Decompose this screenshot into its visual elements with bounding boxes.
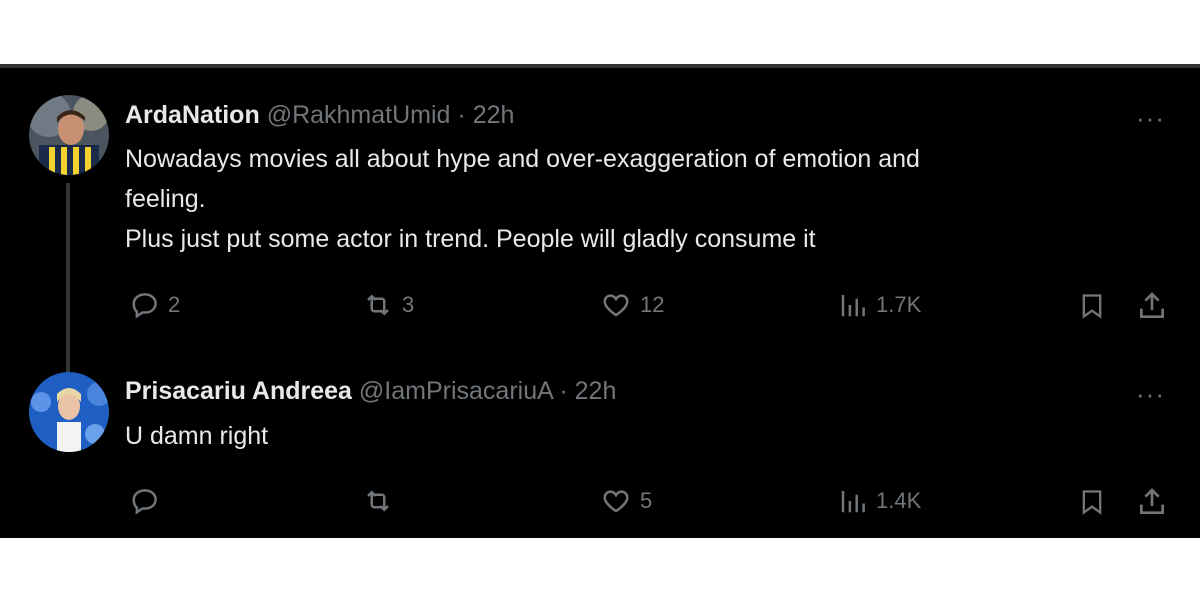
repost-button[interactable]: 3 — [362, 290, 414, 320]
share-icon — [1140, 292, 1164, 318]
reply-icon — [132, 293, 157, 319]
like-count: 12 — [640, 292, 665, 317]
reply-count: 2 — [168, 292, 181, 317]
bookmark-icon — [1082, 490, 1102, 515]
share-icon — [1140, 488, 1164, 514]
heart-icon — [603, 490, 629, 513]
reply-button[interactable]: 2 — [130, 290, 180, 320]
bookmark-button[interactable] — [1078, 290, 1106, 322]
like-button[interactable]: 5 — [600, 486, 652, 516]
author-name[interactable]: ArdaNation — [125, 101, 260, 129]
author-handle[interactable]: @IamPrisacariuA — [359, 377, 553, 405]
tweet-2-text: U damn right — [125, 416, 1145, 456]
views-button[interactable]: 1.7K — [838, 290, 921, 320]
tweet-1-header: ArdaNation @RakhmatUmid · 22h — [125, 100, 514, 130]
share-button[interactable] — [1136, 290, 1168, 322]
tweet-text-line: Plus just put some actor in trend. Peopl… — [125, 225, 816, 253]
tweet-2-header: Prisacariu Andreea @IamPrisacariuA · 22h — [125, 376, 616, 406]
like-button[interactable]: 12 — [600, 290, 664, 320]
tweet-text-line: Nowadays movies all about hype and over-… — [125, 145, 920, 173]
more-icon[interactable]: ··· — [1136, 105, 1170, 131]
separator-dot: · — [559, 377, 568, 405]
view-count: 1.4K — [876, 488, 922, 513]
reply-icon — [132, 489, 157, 515]
like-count: 5 — [640, 488, 653, 513]
views-icon — [841, 295, 865, 317]
views-icon — [841, 491, 865, 513]
reply-button[interactable] — [130, 486, 168, 516]
timestamp[interactable]: 22h — [473, 101, 515, 129]
tweet-1-text: Nowadays movies all about hype and over-… — [125, 139, 1145, 259]
timestamp[interactable]: 22h — [575, 377, 617, 405]
repost-icon — [367, 294, 389, 316]
author-name[interactable]: Prisacariu Andreea — [125, 377, 352, 405]
avatar-prisacariu-andreea[interactable] — [29, 372, 109, 452]
repost-icon — [367, 490, 389, 512]
avatar-ardanation[interactable] — [29, 95, 109, 175]
tweet-1[interactable]: ArdaNation @RakhmatUmid · 22h ··· Nowada… — [0, 64, 1200, 364]
tweet-thread-panel: ArdaNation @RakhmatUmid · 22h ··· Nowada… — [0, 64, 1200, 538]
tweet-2[interactable]: Prisacariu Andreea @IamPrisacariuA · 22h… — [0, 364, 1200, 538]
author-handle[interactable]: @RakhmatUmid — [267, 101, 451, 129]
tweet-text-line: U damn right — [125, 422, 269, 450]
repost-button[interactable] — [362, 486, 402, 516]
view-count: 1.7K — [876, 292, 922, 317]
bookmark-button[interactable] — [1078, 486, 1106, 518]
share-button[interactable] — [1136, 486, 1168, 518]
heart-icon — [603, 294, 629, 317]
separator-dot: · — [457, 101, 466, 129]
bookmark-icon — [1082, 294, 1102, 319]
views-button[interactable]: 1.4K — [838, 486, 921, 516]
repost-count: 3 — [402, 292, 415, 317]
more-icon[interactable]: ··· — [1136, 381, 1170, 407]
tweet-text-line: feeling. — [125, 185, 206, 213]
